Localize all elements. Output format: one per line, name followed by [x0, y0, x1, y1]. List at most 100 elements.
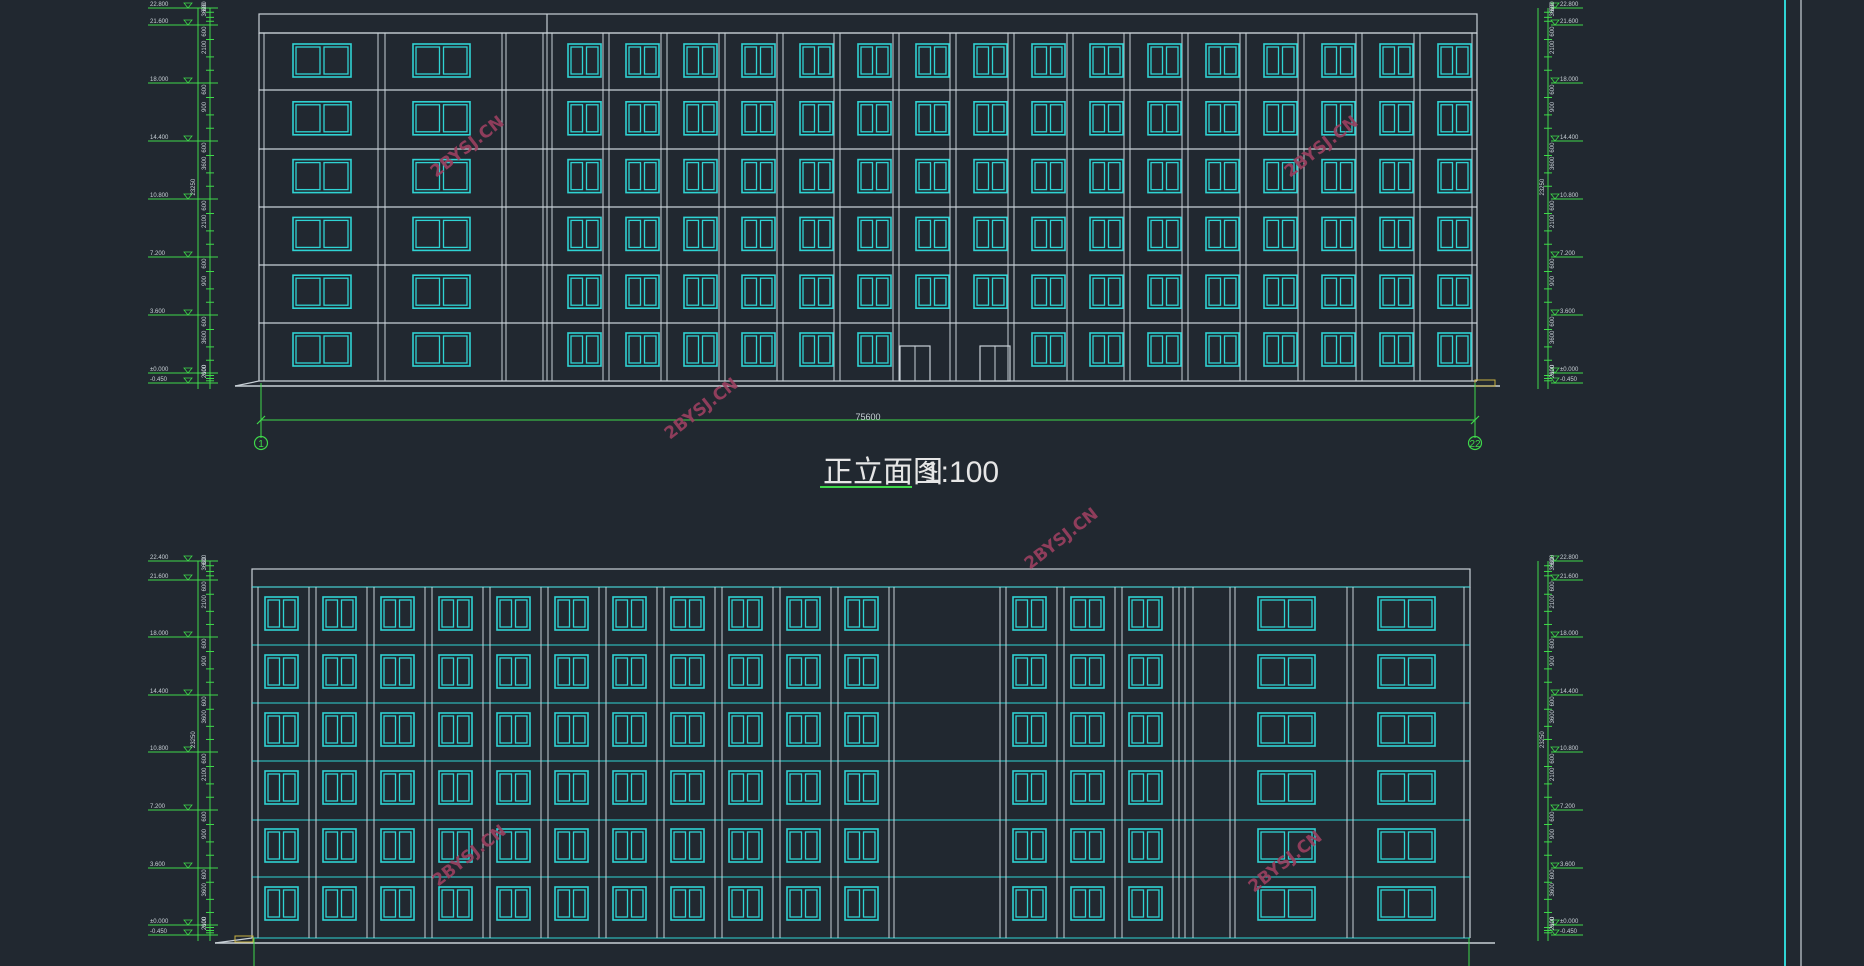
- window-pane-right: [701, 161, 715, 191]
- dim-value: 600: [1550, 316, 1556, 327]
- window-pane-left: [1324, 219, 1338, 249]
- window-pane-right: [1407, 715, 1433, 744]
- level-symbol: [1550, 689, 1560, 696]
- window-pane-left: [1092, 161, 1106, 191]
- window-pane-left: [570, 46, 584, 75]
- window: [683, 43, 718, 78]
- window-frame: [728, 770, 763, 805]
- window-pane-left: [1208, 161, 1222, 191]
- window-pane-left: [847, 715, 861, 744]
- window-pane-right: [456, 657, 470, 686]
- window-frame: [1031, 43, 1066, 78]
- window-pane-left: [1382, 161, 1396, 191]
- window-pane-right: [398, 889, 412, 918]
- window-frame: [1257, 712, 1316, 747]
- window-frame: [496, 712, 531, 747]
- window-frame: [412, 332, 471, 367]
- window-frame: [1205, 216, 1240, 252]
- window: [741, 216, 776, 252]
- axis-label-start: 1: [258, 439, 264, 450]
- window-pane-left: [789, 773, 803, 802]
- window: [1377, 770, 1436, 805]
- window-frame: [1379, 43, 1414, 78]
- window-frame: [1263, 43, 1298, 78]
- window-frame: [973, 101, 1008, 136]
- window: [915, 43, 950, 78]
- window-pane-left: [976, 277, 990, 306]
- window-pane-right: [282, 889, 296, 918]
- window: [625, 43, 660, 78]
- dim-value: 3600: [202, 156, 208, 170]
- dim-value: 2100: [202, 214, 208, 228]
- window: [1257, 712, 1316, 747]
- window-pane-right: [688, 831, 702, 860]
- window-pane-left: [1073, 773, 1087, 802]
- window: [799, 43, 834, 78]
- window-pane-left: [673, 715, 687, 744]
- window-pane-right: [282, 773, 296, 802]
- window: [1012, 596, 1047, 631]
- window: [1031, 216, 1066, 252]
- window: [1377, 886, 1436, 921]
- window-frame: [412, 43, 471, 78]
- window-pane-right: [1281, 335, 1295, 364]
- window-pane-right: [398, 773, 412, 802]
- roof-parapet: [258, 13, 1478, 34]
- window: [786, 770, 821, 805]
- window-pane-left: [744, 219, 758, 249]
- window-pane-right: [1223, 46, 1237, 75]
- window-frame: [438, 770, 473, 805]
- dim-value: 600: [1550, 26, 1556, 37]
- window-pane-right: [1165, 46, 1179, 75]
- window-frame: [1321, 158, 1356, 194]
- window-pane-left: [847, 657, 861, 686]
- window: [292, 158, 352, 194]
- window-frame: [412, 274, 471, 310]
- window-frame: [1070, 828, 1105, 863]
- window-pane-right: [991, 104, 1005, 133]
- front-elevation-group: 22.800 21.600 18.000 14.400 10.800 7.200 3.600…: [148, 1, 1583, 451]
- window-pane-right: [340, 831, 354, 860]
- window: [1437, 43, 1472, 78]
- window-frame: [1031, 216, 1066, 252]
- window-frame: [915, 101, 950, 136]
- window-pane-right: [585, 46, 599, 75]
- window: [567, 216, 602, 252]
- window: [844, 828, 879, 863]
- level-value: 14.400: [1560, 135, 1579, 141]
- window-pane-left: [860, 219, 874, 249]
- window-pane-left: [383, 773, 397, 802]
- window-frame: [799, 158, 834, 194]
- window-frame: [380, 828, 415, 863]
- window-frame: [1031, 101, 1066, 136]
- window-pane-left: [1440, 46, 1454, 75]
- window-pane-left: [499, 599, 513, 628]
- window-pane-right: [875, 104, 889, 133]
- window-pane-left: [1440, 161, 1454, 191]
- window-frame: [857, 43, 892, 78]
- window-frame: [1147, 101, 1182, 136]
- window-pane-right: [1223, 161, 1237, 191]
- window-pane-left: [295, 335, 321, 364]
- window-pane-left: [1131, 773, 1145, 802]
- level-value: 7.200: [1560, 251, 1576, 257]
- window: [1377, 712, 1436, 747]
- window-pane-left: [1073, 831, 1087, 860]
- window: [1147, 274, 1182, 310]
- level-value: ±0.000: [150, 919, 169, 925]
- dim-value: 3600: [1550, 882, 1556, 896]
- window: [264, 654, 299, 689]
- window-pane-right: [1165, 219, 1179, 249]
- window: [1031, 158, 1066, 194]
- window-pane-right: [323, 335, 349, 364]
- window: [683, 216, 718, 252]
- window-frame: [1321, 43, 1356, 78]
- window: [1089, 43, 1124, 78]
- window-frame: [412, 216, 471, 252]
- window: [612, 654, 647, 689]
- window-frame: [1377, 712, 1436, 747]
- window: [683, 332, 718, 367]
- window-pane-left: [789, 889, 803, 918]
- level-value: 22.400: [150, 555, 169, 561]
- window: [786, 654, 821, 689]
